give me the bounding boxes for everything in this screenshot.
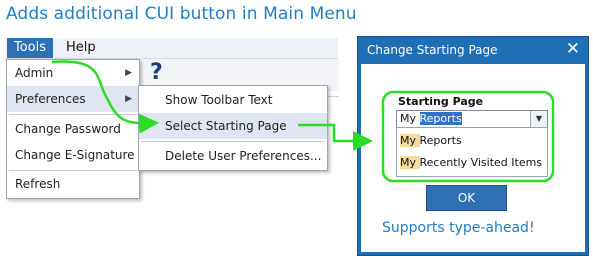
starting-page-combobox[interactable]: My Reports ▼ xyxy=(396,110,548,128)
menu-tools[interactable]: Tools xyxy=(7,38,54,58)
main-menubar: Tools Help xyxy=(5,38,338,59)
heading-title: Adds additional CUI button in Main Menu xyxy=(6,4,357,24)
menu-separator xyxy=(141,141,325,142)
preferences-submenu: Show Toolbar Text Select Starting Page D… xyxy=(138,85,328,171)
menu-item-label: Change E-Signature xyxy=(15,148,135,162)
menu-item-label: Delete User Preferences... xyxy=(165,149,322,163)
tools-menu: Admin ▶ Preferences ▶ Change Password Ch… xyxy=(6,59,140,199)
ok-button[interactable]: OK xyxy=(426,185,507,211)
menu-item-change-password[interactable]: Change Password xyxy=(7,116,139,142)
menu-item-label: Refresh xyxy=(15,177,61,191)
menu-item-preferences[interactable]: Preferences ▶ xyxy=(7,86,139,112)
chevron-right-icon: ▶ xyxy=(125,94,132,104)
chevron-right-icon: ▶ xyxy=(125,68,132,78)
menu-item-label: Select Starting Page xyxy=(165,119,287,133)
chevron-down-icon[interactable]: ▼ xyxy=(530,111,547,127)
menu-item-refresh[interactable]: Refresh xyxy=(7,171,139,197)
menu-item-label: Change Password xyxy=(15,122,121,136)
menu-item-delete-user-preferences[interactable]: Delete User Preferences... xyxy=(139,143,327,169)
starting-page-label: Starting Page xyxy=(398,95,484,108)
close-icon[interactable]: ✕ xyxy=(566,39,580,59)
dialog-title: Change Starting Page xyxy=(367,43,498,57)
help-icon[interactable]: ? xyxy=(150,60,163,85)
type-ahead-note: Supports type-ahead! xyxy=(382,220,535,236)
starting-page-options: My Reports My Recently Visited Items xyxy=(396,127,548,177)
option-my-reports[interactable]: My Reports xyxy=(397,130,547,152)
menu-item-label: Show Toolbar Text xyxy=(165,93,273,107)
option-my-recently-visited-items[interactable]: My Recently Visited Items xyxy=(397,152,547,174)
menu-item-label: Admin xyxy=(15,66,54,80)
menu-help[interactable]: Help xyxy=(59,38,103,58)
menu-item-admin[interactable]: Admin ▶ xyxy=(7,60,139,86)
menu-separator xyxy=(9,114,137,115)
menu-item-show-toolbar-text[interactable]: Show Toolbar Text xyxy=(139,87,327,113)
menu-item-label: Preferences xyxy=(15,92,86,106)
menu-item-select-starting-page[interactable]: Select Starting Page xyxy=(139,113,327,139)
menu-item-change-esignature[interactable]: Change E-Signature xyxy=(7,142,139,168)
combobox-value: My Reports xyxy=(400,112,462,125)
